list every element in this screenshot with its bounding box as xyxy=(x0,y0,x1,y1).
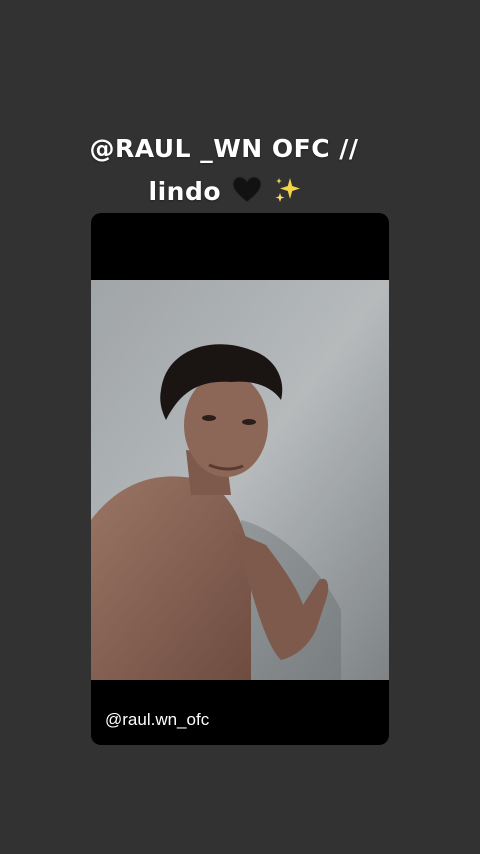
post-username[interactable]: @raul.wn_ofc xyxy=(105,710,209,730)
caption-text: lindo xyxy=(148,177,222,206)
black-heart-icon xyxy=(232,176,262,210)
shared-post-card[interactable]: @raul.wn_ofc xyxy=(91,213,389,745)
caption-mention-text: @RAUL _WN OFC // xyxy=(89,134,359,163)
post-photo[interactable] xyxy=(91,280,389,680)
story-caption-mention[interactable]: @RAUL _WN OFC // xyxy=(0,134,464,163)
sparkles-icon xyxy=(273,175,303,211)
post-photo-illustration xyxy=(91,280,389,680)
story-caption-text: lindo xyxy=(0,175,466,211)
